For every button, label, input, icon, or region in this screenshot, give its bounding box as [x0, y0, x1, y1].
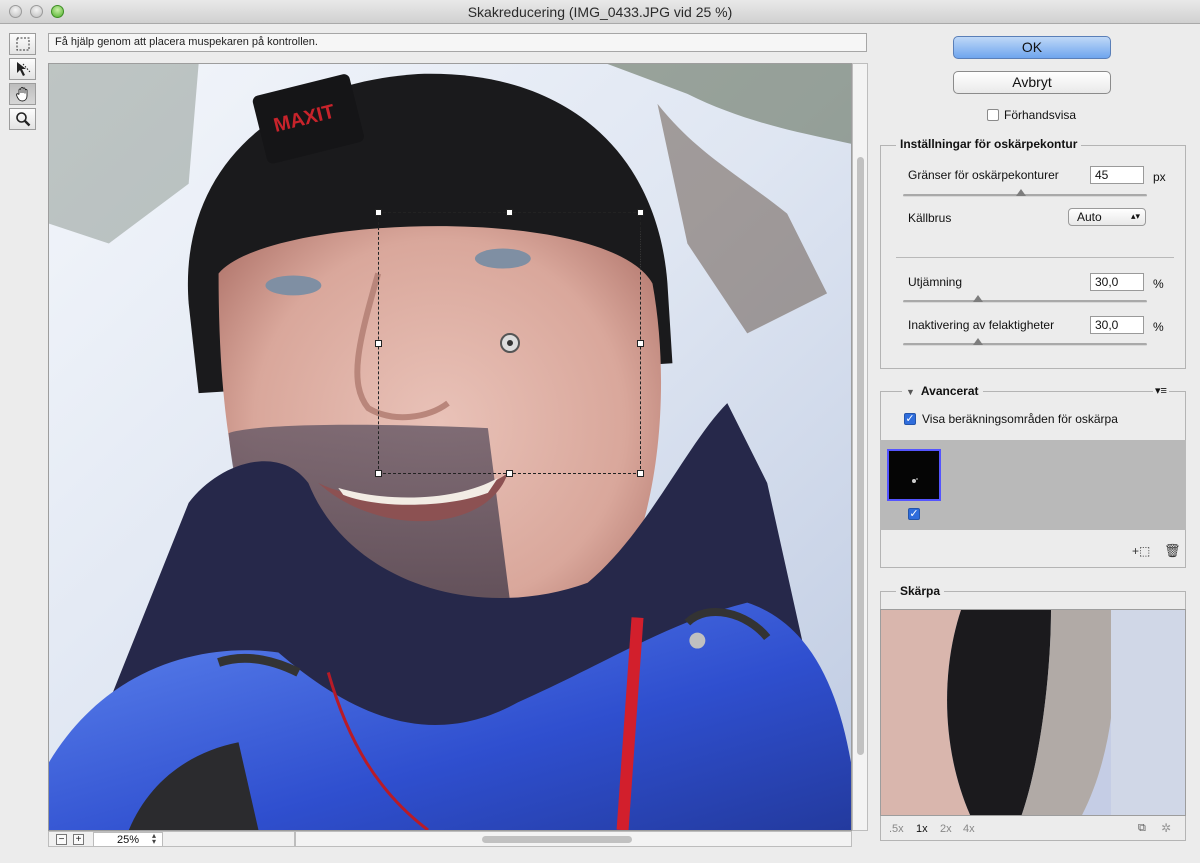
- add-blur-trace-icon[interactable]: +⬚: [1132, 544, 1150, 558]
- zoom-stepper[interactable]: ▴ ▾: [149, 832, 159, 846]
- advanced-footer: +⬚ 🗑: [880, 530, 1186, 568]
- artifact-suppression-label: Inaktivering av felaktigheter: [908, 318, 1055, 332]
- region-center-handle[interactable]: [500, 333, 520, 353]
- detail-zoom-half[interactable]: .5x: [889, 823, 904, 835]
- artifact-suppression-slider[interactable]: [903, 343, 1147, 346]
- detail-zoom-1x[interactable]: 1x: [916, 823, 928, 835]
- zoom-in-button[interactable]: +: [73, 834, 84, 845]
- vertical-scroll-thumb[interactable]: [857, 157, 864, 755]
- blur-bounds-label: Gränser för oskärpekonturer: [908, 168, 1059, 182]
- advanced-title: Avancerat: [920, 384, 979, 398]
- marquee-tool-button[interactable]: [9, 33, 36, 55]
- magnifier-icon: [15, 112, 30, 127]
- zoom-bar: − + 25% ▴ ▾: [48, 831, 295, 847]
- cancel-button[interactable]: Avbryt: [953, 71, 1111, 94]
- preview-label: Förhandsvisa: [1004, 108, 1077, 122]
- show-blur-regions-label: Visa beräkningsområden för oskärpa: [922, 412, 1118, 426]
- smoothing-slider[interactable]: [903, 300, 1147, 303]
- smoothing-label: Utjämning: [908, 275, 963, 289]
- detail-loupe[interactable]: [880, 609, 1186, 816]
- trash-icon[interactable]: 🗑: [1164, 543, 1181, 559]
- source-noise-label: Källbrus: [908, 211, 952, 225]
- blur-bounds-slider-knob[interactable]: [1016, 189, 1026, 196]
- show-blur-regions-checkbox[interactable]: ✓: [904, 413, 916, 425]
- ok-button[interactable]: OK: [953, 36, 1111, 59]
- marquee-icon: [16, 37, 29, 51]
- artifact-suppression-slider-knob[interactable]: [973, 338, 983, 345]
- undock-loupe-icon[interactable]: ⧉: [1138, 822, 1146, 835]
- smoothing-field[interactable]: 30,0: [1090, 273, 1144, 291]
- detail-preview-image: [881, 610, 1185, 815]
- horizontal-scrollbar[interactable]: [295, 831, 852, 847]
- blur-trace-region[interactable]: [375, 209, 644, 477]
- preview-checkbox[interactable]: [987, 109, 999, 121]
- window-title: Skakreducering (IMG_0433.JPG vid 25 %): [467, 4, 733, 20]
- smoothing-slider-knob[interactable]: [973, 295, 983, 302]
- zoom-out-button[interactable]: −: [56, 834, 67, 845]
- hand-icon: [15, 87, 27, 102]
- horizontal-scroll-thumb[interactable]: [482, 836, 632, 843]
- blur-bounds-unit: px: [1153, 170, 1166, 184]
- settings-divider: [896, 257, 1174, 258]
- zoom-tool-button[interactable]: [9, 108, 36, 130]
- blur-bounds-field[interactable]: 45: [1090, 166, 1144, 184]
- blur-direction-tool-button[interactable]: [9, 58, 36, 80]
- detail-zoom-2x[interactable]: 2x: [940, 823, 952, 835]
- image-canvas[interactable]: MAXIT: [48, 63, 852, 831]
- arrow-pointer-icon: [16, 62, 30, 76]
- disclosure-triangle-icon: ▼: [906, 387, 915, 397]
- hand-tool-button[interactable]: [9, 83, 36, 105]
- select-arrows-icon: ▴▾: [1130, 211, 1140, 221]
- artifact-suppression-field[interactable]: 30,0: [1090, 316, 1144, 334]
- smoothing-unit: %: [1153, 277, 1164, 291]
- artifact-suppression-unit: %: [1153, 320, 1164, 334]
- advanced-header[interactable]: ▼ Avancerat: [902, 384, 983, 398]
- blur-trace-settings-title: Inställningar för oskärpekontur: [896, 137, 1082, 151]
- help-text-bar: Få hjälp genom att placera muspekaren på…: [48, 33, 867, 52]
- detail-title: Skärpa: [896, 584, 945, 598]
- title-bar: Skakreducering (IMG_0433.JPG vid 25 %): [0, 0, 1200, 24]
- source-noise-value: Auto: [1077, 210, 1102, 224]
- panel-menu-icon[interactable]: ▾≡: [1153, 384, 1169, 397]
- vertical-scrollbar[interactable]: [852, 63, 868, 831]
- source-noise-select[interactable]: Auto ▴▾: [1068, 208, 1146, 226]
- loupe-settings-icon[interactable]: ✲: [1161, 821, 1171, 835]
- blur-trace-thumbnail[interactable]: [887, 449, 941, 501]
- blur-kernel-preview: [912, 478, 918, 483]
- blur-trace-enable-checkbox[interactable]: ✓: [908, 508, 920, 520]
- detail-zoom-4x[interactable]: 4x: [963, 823, 975, 835]
